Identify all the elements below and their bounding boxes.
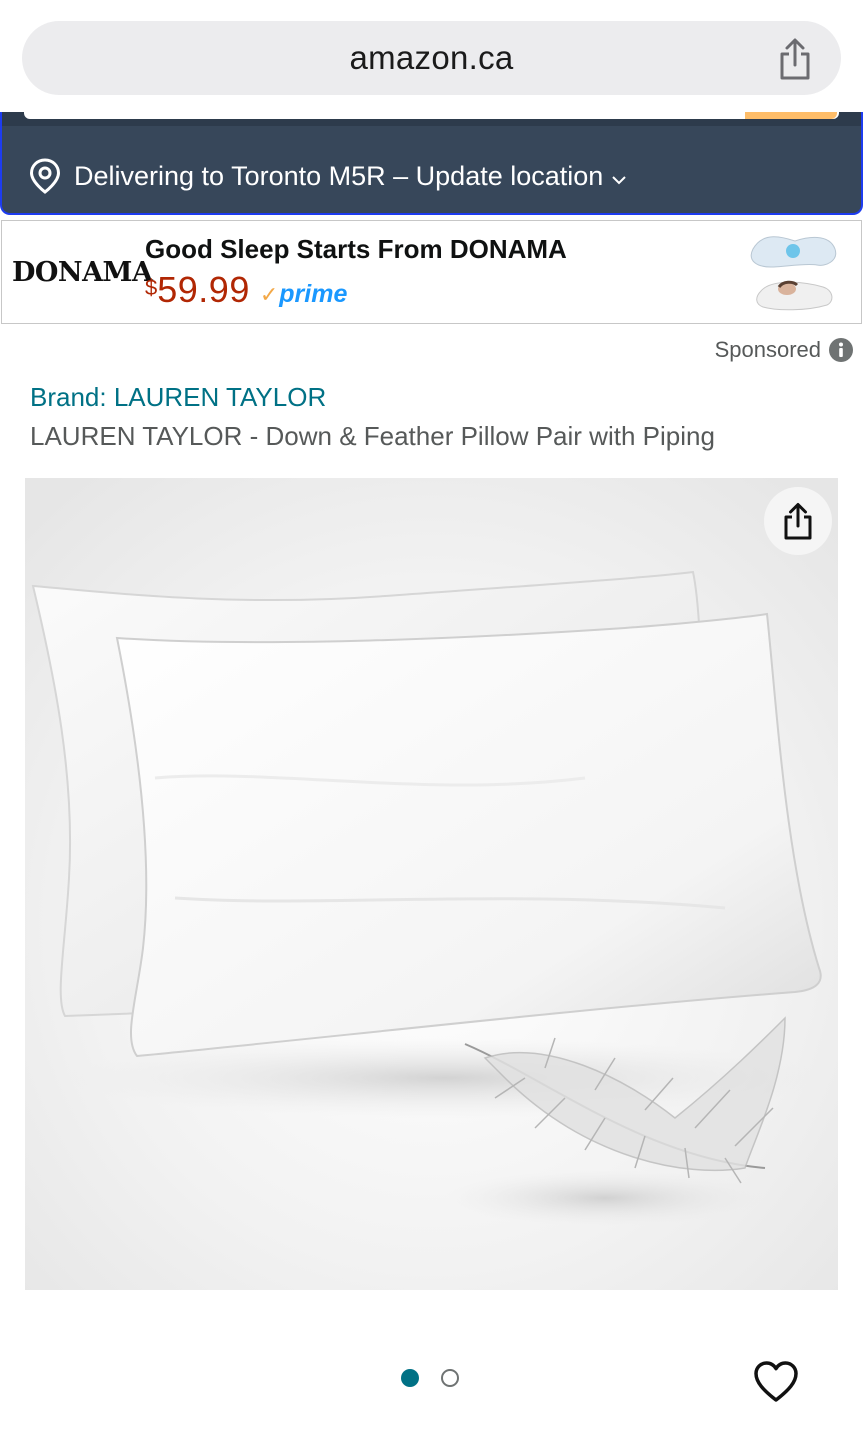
sponsored-label-row[interactable]: Sponsored — [715, 337, 853, 363]
chevron-down-icon — [612, 176, 627, 185]
share-icon[interactable] — [780, 501, 816, 541]
ad-brand-logo: DONAMA — [12, 257, 153, 288]
prime-badge: ✓ prime — [260, 280, 348, 309]
search-input[interactable] — [24, 112, 839, 119]
pillow-photo — [25, 478, 838, 1290]
sponsored-label: Sponsored — [714, 337, 821, 362]
location-pin-icon — [29, 158, 61, 194]
browser-toolbar: amazon.ca — [0, 0, 863, 120]
address-bar-url[interactable]: amazon.ca — [22, 21, 841, 95]
image-carousel-indicator[interactable] — [401, 1369, 481, 1387]
heart-icon[interactable] — [753, 1360, 799, 1404]
sponsored-ad-banner[interactable]: DONAMA Good Sleep Starts From DONAMA $ 5… — [1, 220, 862, 324]
amazon-header: Delivering to Toronto M5R – Update locat… — [0, 112, 863, 215]
brand-link[interactable]: Brand: LAUREN TAYLOR — [30, 382, 326, 413]
search-button[interactable] — [745, 112, 837, 119]
product-image[interactable] — [25, 478, 838, 1290]
ad-product-image — [743, 227, 843, 319]
prime-check-icon: ✓ — [259, 281, 279, 307]
product-title: LAUREN TAYLOR - Down & Feather Pillow Pa… — [30, 421, 715, 451]
carousel-dot-2[interactable] — [441, 1369, 459, 1387]
price-currency: $ — [145, 275, 158, 300]
share-icon[interactable] — [775, 37, 815, 81]
header-search-area — [2, 112, 861, 126]
image-share-button[interactable] — [764, 487, 832, 555]
ad-price: $ 59.99 ✓ prime — [145, 269, 347, 311]
address-bar[interactable]: amazon.ca — [22, 21, 841, 95]
delivery-location-link[interactable]: Delivering to Toronto M5R – Update locat… — [28, 158, 627, 194]
info-icon[interactable] — [829, 338, 853, 362]
delivery-text: Delivering to Toronto M5R – Update locat… — [74, 160, 604, 191]
carousel-dot-1[interactable] — [401, 1369, 419, 1387]
ad-headline: Good Sleep Starts From DONAMA — [145, 234, 567, 264]
price-value: 59.99 — [157, 269, 250, 310]
prime-label: prime — [279, 280, 348, 308]
